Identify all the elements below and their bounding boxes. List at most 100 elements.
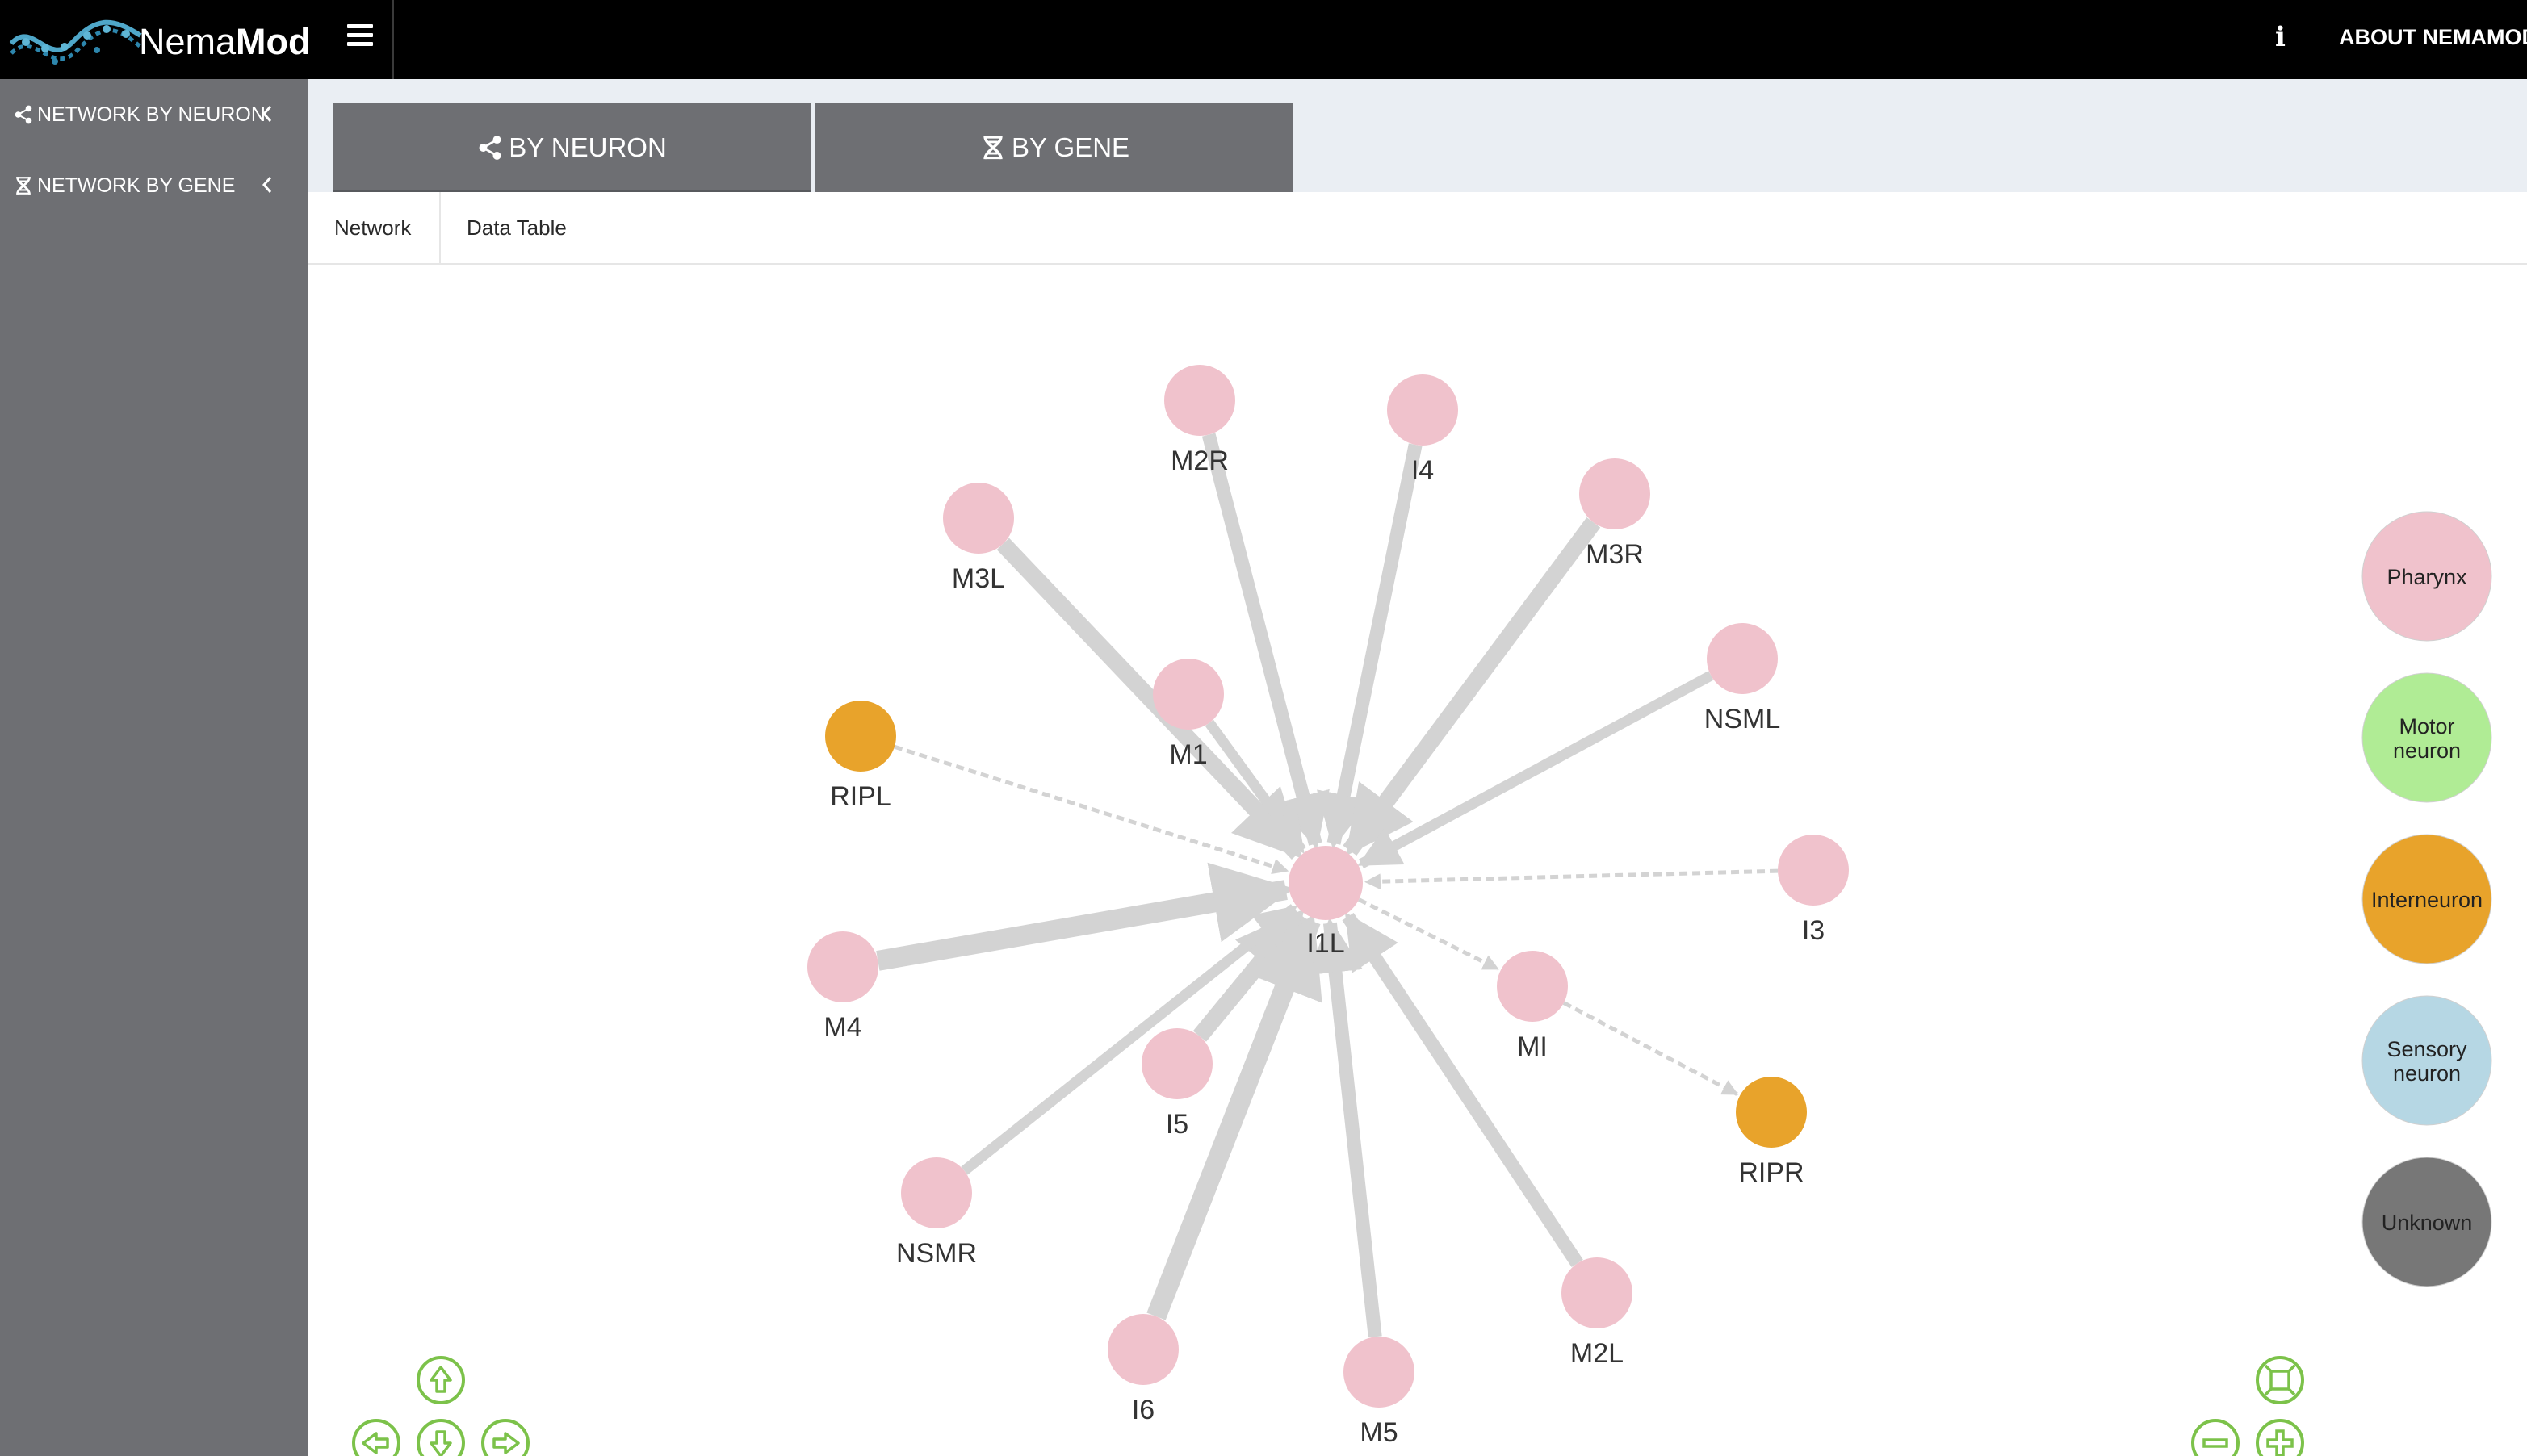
node-label: I1L [1306,928,1344,959]
node-m5[interactable]: M5 [1343,1337,1414,1448]
tab-label: BY NEURON [509,132,667,162]
node-circle[interactable] [1497,951,1568,1022]
node-circle[interactable] [1142,1028,1213,1099]
nodes-layer: I1L M2R I4 M3L M3R NSML M1 RIPL I3 M4 MI I5 RIPR NSMR… [807,365,1849,1448]
pan-left-icon[interactable] [352,1419,400,1456]
edge-i3-i1l[interactable] [1364,868,1779,890]
node-label: M2R [1171,446,1229,476]
legend-label: Unknown [2382,1211,2473,1235]
share-icon [479,136,501,160]
menu-toggle-icon[interactable] [347,24,373,52]
edge-i4-i1l[interactable] [1316,443,1423,849]
sidebar-item-network-by-neuron[interactable]: NETWORK BY NEURON [13,97,287,132]
node-i1l[interactable]: I1L [1289,846,1363,959]
pan-down-icon[interactable] [417,1419,465,1456]
node-circle[interactable] [1153,659,1224,730]
pan-right-icon[interactable] [481,1419,530,1456]
logo-area: NemaMod [0,0,394,79]
node-label: M2L [1570,1338,1624,1369]
tab-label: BY GENE [1011,132,1130,162]
subtab-network[interactable]: Network [308,192,441,263]
node-i4[interactable]: I4 [1387,374,1458,486]
node-m4[interactable]: M4 [807,931,878,1043]
legend-item-motor: Motor neuron [2361,672,2492,803]
node-label: I4 [1411,455,1434,486]
edge-m2r-i1l[interactable] [1201,433,1330,850]
node-circle[interactable] [1108,1314,1179,1385]
edge-m3l-i1l[interactable] [996,538,1305,860]
node-mi[interactable]: MI [1497,951,1568,1062]
node-nsmr[interactable]: NSMR [896,1157,977,1269]
node-circle[interactable] [825,701,896,772]
node-m3l[interactable]: M3L [943,483,1014,594]
node-label: M3R [1586,539,1644,570]
sidebar-item-label: NETWORK BY NEURON [37,103,266,126]
fit-icon[interactable] [2256,1356,2304,1404]
node-circle[interactable] [807,931,878,1002]
chevron-left-icon [262,106,272,122]
node-circle[interactable] [1561,1257,1632,1328]
zoom-in-icon[interactable] [2256,1419,2304,1456]
node-circle[interactable] [1707,623,1778,694]
edge-m3r-i1l[interactable] [1343,517,1601,856]
node-label: M1 [1169,739,1207,770]
tab-by-neuron[interactable]: BY NEURON [333,103,811,192]
edge-m4-i1l[interactable] [876,862,1294,971]
legend-circle [2361,511,2492,642]
subtab-data-table[interactable]: Data Table [441,192,593,263]
sidebar: NETWORK BY NEURON NETWORK BY GENE [0,79,308,1456]
sub-tab-bar: Network Data Table [308,192,2527,265]
node-circle[interactable] [1579,458,1650,529]
node-label: NSML [1704,704,1780,734]
edge-m5-i1l[interactable] [1308,917,1382,1338]
legend-item-sensory: Sensory neuron [2361,995,2492,1126]
node-i3[interactable]: I3 [1778,835,1849,946]
chevron-left-icon [262,177,272,193]
node-circle[interactable] [1387,374,1458,446]
node-nsml[interactable]: NSML [1704,623,1780,734]
info-icon[interactable]: i [2275,21,2286,53]
node-m2r[interactable]: M2R [1164,365,1235,476]
node-i6[interactable]: I6 [1108,1314,1179,1425]
node-label: RIPL [830,781,891,812]
edge-nsml-i1l[interactable] [1357,671,1714,869]
node-circle[interactable] [901,1157,972,1228]
legend-label: Interneuron [2371,888,2483,912]
node-label: MI [1517,1031,1548,1062]
edge-m1-i1l[interactable] [1205,719,1306,854]
node-label: M5 [1360,1417,1398,1448]
edge-ripl-i1l[interactable] [894,744,1289,875]
legend-item-unknown: Unknown [2361,1157,2492,1287]
edge-nsmr-i1l[interactable] [961,904,1297,1175]
legend-label: Sensory neuron [2387,1037,2467,1086]
zoom-out-icon[interactable] [2191,1419,2240,1456]
sidebar-item-network-by-gene[interactable]: NETWORK BY GENE [13,168,287,203]
edge-i1l-mi[interactable] [1358,897,1499,971]
app-logo-text[interactable]: NemaMod [139,21,311,63]
tab-by-gene[interactable]: BY GENE [815,103,1293,192]
node-i5[interactable]: I5 [1142,1028,1213,1140]
node-circle[interactable] [1289,846,1363,920]
node-circle[interactable] [1778,835,1849,906]
node-label: NSMR [896,1238,977,1269]
node-m3r[interactable]: M3R [1579,458,1650,570]
sidebar-item-label: NETWORK BY GENE [37,174,236,197]
node-ripr[interactable]: RIPR [1736,1077,1807,1188]
about-link[interactable]: ABOUT NEMAMOD [2339,25,2527,50]
legend-item-interneuron: Interneuron [2361,834,2492,964]
node-circle[interactable] [1343,1337,1414,1408]
node-circle[interactable] [1164,365,1235,436]
edge-mi-ripr[interactable] [1562,1001,1739,1096]
node-m1[interactable]: M1 [1153,659,1224,770]
pan-up-icon[interactable] [417,1356,465,1404]
node-ripl[interactable]: RIPL [825,701,896,812]
top-navbar: NemaMod i ABOUT NEMAMOD [0,0,2527,79]
node-m2l[interactable]: M2L [1561,1257,1632,1369]
legend-label: Motor neuron [2393,714,2461,763]
dna-icon [983,136,1003,160]
node-circle[interactable] [943,483,1014,554]
node-circle[interactable] [1736,1077,1807,1148]
subtab-label: Network [334,215,412,240]
subtab-label: Data Table [467,215,567,240]
edge-i5-i1l[interactable] [1192,908,1307,1042]
